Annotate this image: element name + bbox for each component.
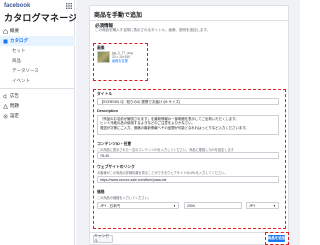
currency-select[interactable]: JPY - 日本円 ▼ [97,202,179,209]
warning-icon [3,103,8,109]
change-image-link[interactable]: 画像を変更 [112,59,133,63]
required-info-description: この商品を購入する際に表示されるタイトル、画像、説明を追加します。 [95,28,211,32]
sidebar-item-label: 設定 [10,113,19,118]
sidebar-item-label: カタログ [10,38,28,43]
sidebar-item-label: セット [12,48,26,53]
sidebar-item-data-sources[interactable]: データソース [0,66,75,76]
add-item-dialog: 商品を手動で追加 必須情報 この商品を購入する際に表示されるタイトル、画像、説明… [89,5,289,245]
product-image-thumbnail[interactable] [97,51,110,63]
price-input[interactable]: 2000 [184,202,242,209]
sidebar-item-sets[interactable]: セット [0,46,75,56]
footer-divider [90,232,288,233]
item-details-form: タイトル 【ECRESIN 1】 知りのの 提携でお届け (M サイズ) Des… [93,89,286,229]
megaphone-icon [3,93,7,99]
sidebar: facebook カタログマネージャ 概要 カタログ セット 商品 データソース… [0,0,86,245]
image-meta: jpg_0_TT_aug 20 × 16×160 画像を変更 [112,51,133,63]
chevron-down-icon: ▼ [173,204,176,208]
price-description: この商品の価格を入力してください。 [97,196,151,200]
apps-grid-icon[interactable] [66,3,72,9]
sidebar-item-overview[interactable]: 概要 [0,26,75,36]
divider [90,20,288,21]
sidebar-item-label: イベント [12,78,30,83]
sidebar-item-settings[interactable]: 設定 [0,111,75,121]
content-id-input[interactable]: 78-49 [97,152,279,159]
sidebar-item-label: 商品 [12,58,21,63]
brand-logo[interactable]: facebook [4,3,30,9]
add-item-highlight: 商品を追加 [265,232,289,245]
sidebar-item-label: 広告 [10,93,19,98]
image-section: 画像 jpg_0_TT_aug 20 × 16×160 画像を変更 [93,43,148,81]
app-title: カタログマネージャ [4,13,87,23]
nav-divider [0,88,75,89]
sidebar-item-items[interactable]: 商品 [0,56,75,66]
website-link-description: お客様がこの商品の詳細情報を見ることができるウェブサイトのURLを入力してくださ… [97,171,228,175]
cancel-button[interactable]: キャンセル [93,234,113,243]
sidebar-item-issues[interactable]: 問題 [0,101,75,111]
gear-icon [3,114,8,118]
main-area: 商品を手動で追加 必須情報 この商品を購入する際に表示されるタイトル、画像、説明… [76,0,300,245]
title-input[interactable]: 【ECRESIN 1】 知りのの 提携でお届け (M サイズ) [97,98,279,105]
description-label: Description [97,109,118,113]
sidebar-item-label: 概要 [10,28,19,33]
sidebar-item-label: データソース [12,68,39,73]
website-link-input[interactable]: https://www.xxxxxx-sale.com/item/yaaa-xe… [97,176,279,183]
add-item-button[interactable]: 商品を追加 [268,235,285,242]
catalog-icon [3,39,8,43]
price-currency-select[interactable]: JPY ▼ [246,202,279,209]
sidebar-nav: 概要 カタログ セット 商品 データソース イベント 広告 問題 設定 [0,26,75,121]
sidebar-item-label: 問題 [10,103,19,108]
description-textarea[interactable]: 「商品のお名前が解説されます」を最新情報の一部明細を表示してご出荷いただくします… [97,115,279,135]
sidebar-item-events[interactable]: イベント [0,76,75,86]
home-icon [3,28,8,34]
sidebar-item-catalog[interactable]: カタログ [0,36,75,46]
chevron-down-icon: ▼ [273,204,276,208]
sidebar-item-ads[interactable]: 広告 [0,91,75,101]
dialog-title: 商品を手動で追加 [94,13,143,19]
title-label: タイトル [97,92,113,96]
